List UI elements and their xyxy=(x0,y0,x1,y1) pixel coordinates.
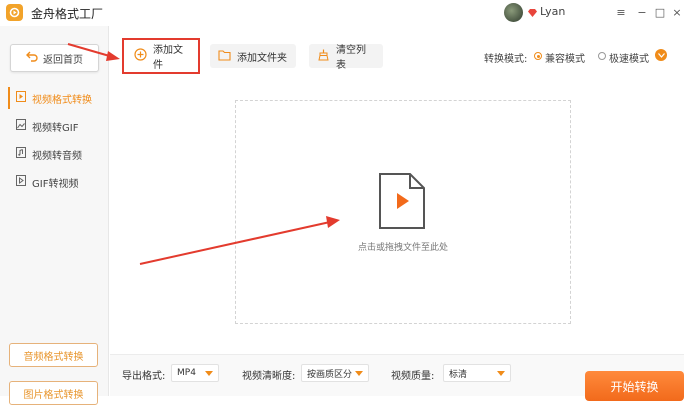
quality-select[interactable]: 标清 xyxy=(443,364,511,382)
export-format-label: 导出格式: xyxy=(122,371,166,382)
audio-file-icon xyxy=(16,147,26,161)
convert-mode-label: 转换模式: xyxy=(484,54,528,65)
sidebar-item-label: 视频转GIF xyxy=(32,122,79,134)
add-folder-button[interactable]: 添加文件夹 xyxy=(210,44,296,68)
drop-hint-text: 点击或拖拽文件至此处 xyxy=(357,243,448,253)
sidebar-item-video-to-gif[interactable]: 视频转GIF xyxy=(8,115,108,137)
app-title: 金舟格式工厂 xyxy=(31,7,104,21)
caret-down-icon xyxy=(205,370,213,376)
avatar[interactable] xyxy=(504,3,523,22)
quality-label: 视频质量: xyxy=(391,371,435,382)
annotation-highlight-box xyxy=(122,38,200,74)
maximize-icon[interactable]: □ xyxy=(653,4,667,20)
image-convert-button[interactable]: 图片格式转换 xyxy=(9,381,98,405)
audio-convert-button[interactable]: 音频格式转换 xyxy=(9,343,98,367)
video-file-play-icon xyxy=(378,172,426,230)
chevron-down-icon[interactable] xyxy=(655,49,667,61)
menu-icon[interactable]: ≡ xyxy=(614,4,628,20)
quality-value: 标清 xyxy=(449,369,468,380)
fast-mode-radio[interactable] xyxy=(598,52,606,60)
folder-icon xyxy=(218,49,231,64)
sidebar-item-label: 视频转音频 xyxy=(32,150,82,162)
start-convert-button[interactable]: 开始转换 xyxy=(585,371,684,401)
clear-list-button[interactable]: 清空列表 xyxy=(309,44,383,71)
compat-mode-radio[interactable] xyxy=(534,52,542,60)
sidebar xyxy=(0,26,109,396)
resolution-value: 按画质区分 xyxy=(307,369,353,380)
back-home-label: 返回首页 xyxy=(43,54,83,66)
compat-mode-label[interactable]: 兼容模式 xyxy=(545,50,585,65)
minimize-icon[interactable]: − xyxy=(635,4,649,20)
fast-mode-label[interactable]: 极速模式 xyxy=(609,50,649,65)
export-format-select[interactable]: MP4 xyxy=(171,364,219,382)
add-folder-label: 添加文件夹 xyxy=(237,52,287,64)
gif-file-icon xyxy=(16,175,26,189)
export-format-value: MP4 xyxy=(177,368,196,378)
close-icon[interactable]: × xyxy=(670,4,684,20)
sidebar-item-video-convert[interactable]: 视频格式转换 xyxy=(8,87,108,109)
sidebar-item-video-to-audio[interactable]: 视频转音频 xyxy=(8,143,108,165)
image-icon xyxy=(16,119,26,133)
sidebar-item-gif-to-video[interactable]: GIF转视频 xyxy=(8,171,108,193)
sidebar-item-label: 视频格式转换 xyxy=(32,94,92,106)
vip-diamond-icon xyxy=(528,7,537,20)
back-arrow-icon xyxy=(26,51,38,65)
clear-list-label: 清空列表 xyxy=(336,45,366,71)
broom-icon xyxy=(317,49,330,64)
sidebar-item-label: GIF转视频 xyxy=(32,178,79,190)
caret-down-icon xyxy=(497,370,505,376)
resolution-label: 视频清晰度: xyxy=(242,371,296,382)
resolution-select[interactable]: 按画质区分 xyxy=(301,364,369,382)
user-name[interactable]: Lyan xyxy=(540,5,565,18)
app-logo-icon xyxy=(6,4,23,21)
video-file-icon xyxy=(16,91,26,105)
caret-down-icon xyxy=(355,370,363,376)
back-home-button[interactable]: 返回首页 xyxy=(10,44,99,72)
